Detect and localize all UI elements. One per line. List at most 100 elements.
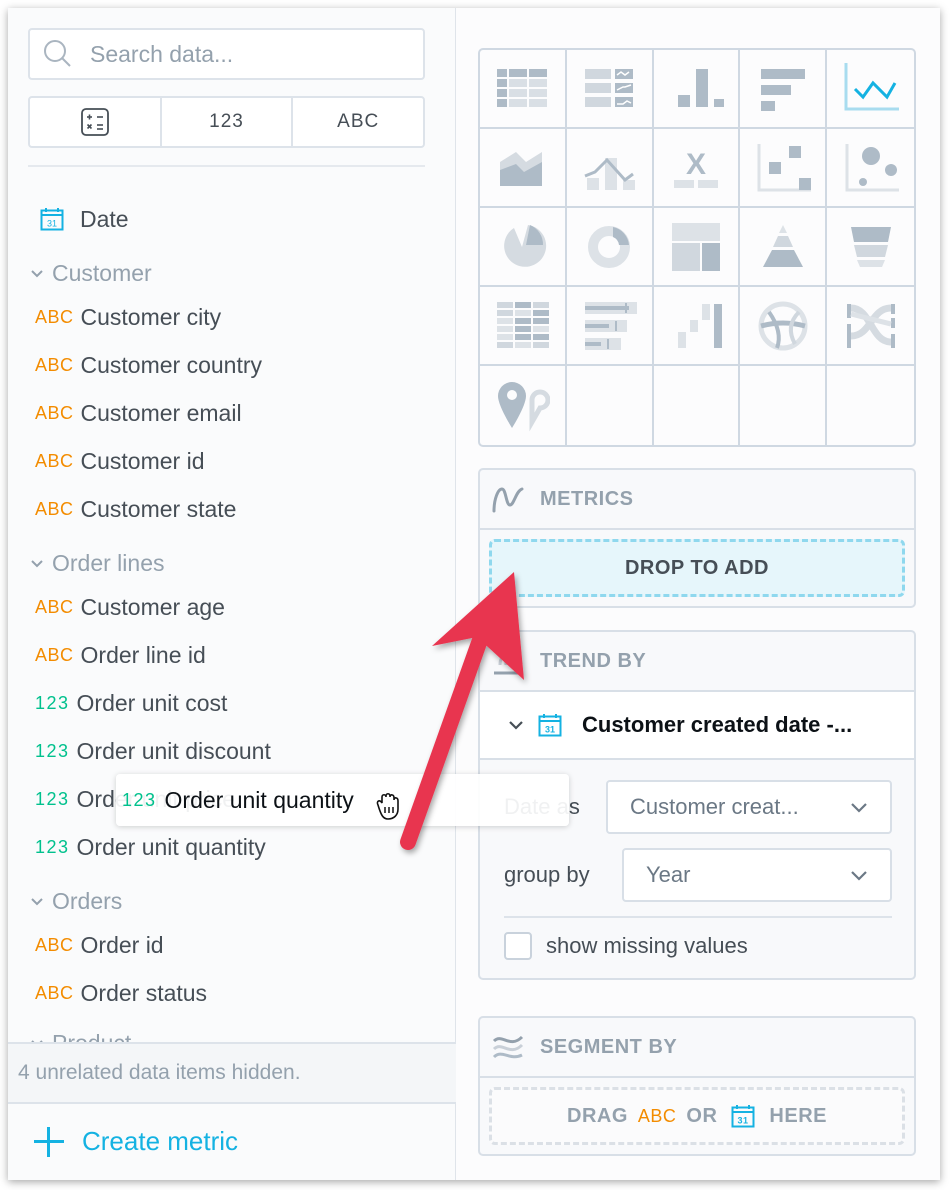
- chart-type-waterfall[interactable]: [653, 287, 741, 366]
- catalog-item-date[interactable]: 31 Date: [40, 204, 129, 234]
- segment-by-drop-zone[interactable]: DRAG ABC OR 31 HERE: [489, 1087, 905, 1145]
- group-by-dropdown[interactable]: Year: [622, 848, 892, 902]
- line-chart-icon: [844, 62, 899, 110]
- catalog-list: 31 Date Customer ABC Customer city ABC Cus…: [8, 188, 456, 1043]
- group-order-lines[interactable]: Order lines: [30, 548, 164, 578]
- search-box[interactable]: [28, 28, 425, 80]
- segment-by-bucket: SEGMENT BY DRAG ABC OR 31 HERE: [478, 1016, 916, 1156]
- svg-text:31: 31: [545, 725, 555, 735]
- chart-type-scatter[interactable]: [740, 129, 828, 208]
- grab-cursor-icon: [376, 792, 399, 820]
- chart-type-combo[interactable]: [566, 129, 654, 208]
- chart-type-pie[interactable]: [480, 208, 567, 287]
- catalog-item[interactable]: ABC Customer age: [35, 592, 225, 622]
- funnel-chart-icon: [850, 226, 891, 267]
- metrics-icon: [492, 487, 524, 513]
- catalog-item[interactable]: ABC Customer country: [35, 350, 262, 380]
- search-icon: [42, 38, 74, 70]
- svg-text:X: X: [686, 148, 706, 181]
- heatmap-chart-icon: [497, 301, 550, 348]
- catalog-item[interactable]: 123 Order unit cost: [35, 688, 227, 718]
- bullet-chart-icon: [585, 301, 638, 350]
- chevron-down-icon: [851, 803, 867, 813]
- chart-type-line[interactable]: [827, 50, 914, 129]
- catalog-item[interactable]: ABC Customer id: [35, 446, 205, 476]
- chart-type-bubble[interactable]: [827, 129, 914, 208]
- attribute-type-icon: ABC: [35, 354, 74, 375]
- chart-type-headline[interactable]: X: [653, 129, 741, 208]
- chart-type-picker: X: [478, 48, 916, 447]
- catalog-item[interactable]: 123 Order unit discount: [35, 736, 271, 766]
- fact-type-icon: 123: [122, 789, 157, 810]
- chart-type-headline-table[interactable]: [566, 50, 654, 129]
- chart-type-dependency-wheel[interactable]: [740, 287, 828, 366]
- chart-type-treemap[interactable]: [653, 208, 741, 287]
- filter-calculated-button[interactable]: [30, 98, 160, 146]
- catalog-item[interactable]: ABC Customer city: [35, 302, 221, 332]
- chart-type-heatmap[interactable]: [480, 287, 567, 366]
- group-orders[interactable]: Orders: [30, 886, 122, 916]
- create-metric-button[interactable]: Create metric: [34, 1126, 238, 1157]
- pyramid-chart-icon: [762, 224, 803, 267]
- chevron-down-icon[interactable]: [508, 717, 524, 733]
- treemap-chart-icon: [671, 222, 720, 271]
- calendar-icon: 31: [731, 1105, 755, 1128]
- catalog-item[interactable]: ABC Customer state: [35, 494, 236, 524]
- attribute-type-icon: ABC: [35, 982, 74, 1003]
- trend-attribute-item[interactable]: 31 Customer created date -...: [480, 692, 914, 760]
- drag-preview: 123 Order unit quantity: [116, 774, 569, 826]
- segment-by-bucket-header: SEGMENT BY: [480, 1018, 914, 1078]
- catalog-item[interactable]: ABC Customer email: [35, 398, 242, 428]
- chart-type-empty: [740, 366, 828, 445]
- geo-pushpin-icon: [498, 381, 551, 431]
- filter-facts-button[interactable]: 123: [159, 98, 292, 146]
- item-label: Customer email: [80, 399, 242, 426]
- filter-attributes-button[interactable]: ABC: [291, 98, 423, 146]
- item-label: Order id: [80, 931, 164, 958]
- item-label: Order status: [80, 979, 208, 1006]
- metrics-bucket-header: METRICS: [480, 470, 914, 530]
- chart-type-funnel[interactable]: [827, 208, 914, 287]
- show-missing-values-checkbox[interactable]: show missing values: [504, 932, 892, 978]
- attribute-type-icon: ABC: [35, 596, 74, 617]
- bucket-title: METRICS: [540, 487, 634, 510]
- item-label: Order unit cost: [76, 689, 228, 716]
- waterfall-chart-icon: [677, 303, 722, 348]
- chart-type-donut[interactable]: [566, 208, 654, 287]
- data-catalog-panel: 123 ABC 31 Date Customer ABC Customer cit…: [8, 8, 456, 1180]
- create-metric-label: Create metric: [82, 1126, 239, 1156]
- attribute-type-icon: ABC: [35, 644, 74, 665]
- chart-type-bar[interactable]: [740, 50, 828, 129]
- divider: [504, 916, 892, 918]
- group-by-row: group by Year: [504, 848, 892, 902]
- metrics-drop-zone[interactable]: DROP TO ADD: [489, 539, 905, 597]
- catalog-item[interactable]: ABC Order status: [35, 978, 207, 1008]
- calendar-icon: 31: [538, 714, 562, 737]
- divider: [28, 165, 425, 167]
- group-product[interactable]: Product: [30, 1028, 131, 1043]
- chart-type-column[interactable]: [653, 50, 741, 129]
- catalog-item[interactable]: ABC Order id: [35, 930, 164, 960]
- date-as-dropdown[interactable]: Customer creat...: [606, 780, 892, 834]
- group-by-label: group by: [504, 862, 590, 887]
- date-as-value: Customer creat...: [630, 794, 799, 819]
- chart-type-empty: [827, 366, 914, 445]
- drop-text: DRAG: [567, 1104, 628, 1127]
- donut-chart-icon: [588, 225, 631, 268]
- chart-type-sankey[interactable]: [827, 287, 914, 366]
- search-input[interactable]: [90, 40, 390, 68]
- checkbox-box[interactable]: [504, 932, 532, 960]
- chart-type-bullet[interactable]: [566, 287, 654, 366]
- group-customer[interactable]: Customer: [30, 258, 152, 288]
- item-label: Customer country: [80, 351, 263, 378]
- chart-type-geo-pushpin[interactable]: [480, 366, 567, 445]
- app-window: 123 ABC 31 Date Customer ABC Customer cit…: [8, 8, 940, 1180]
- fact-type-icon: 123: [35, 788, 70, 809]
- combo-chart-icon: [584, 157, 636, 190]
- catalog-item[interactable]: 123 Order unit quantity: [35, 832, 266, 862]
- sankey-chart-icon: [846, 303, 895, 348]
- chart-type-pyramid[interactable]: [740, 208, 828, 287]
- chart-type-area[interactable]: [480, 129, 567, 208]
- chart-type-table[interactable]: [480, 50, 567, 129]
- catalog-item[interactable]: ABC Order line id: [35, 640, 206, 670]
